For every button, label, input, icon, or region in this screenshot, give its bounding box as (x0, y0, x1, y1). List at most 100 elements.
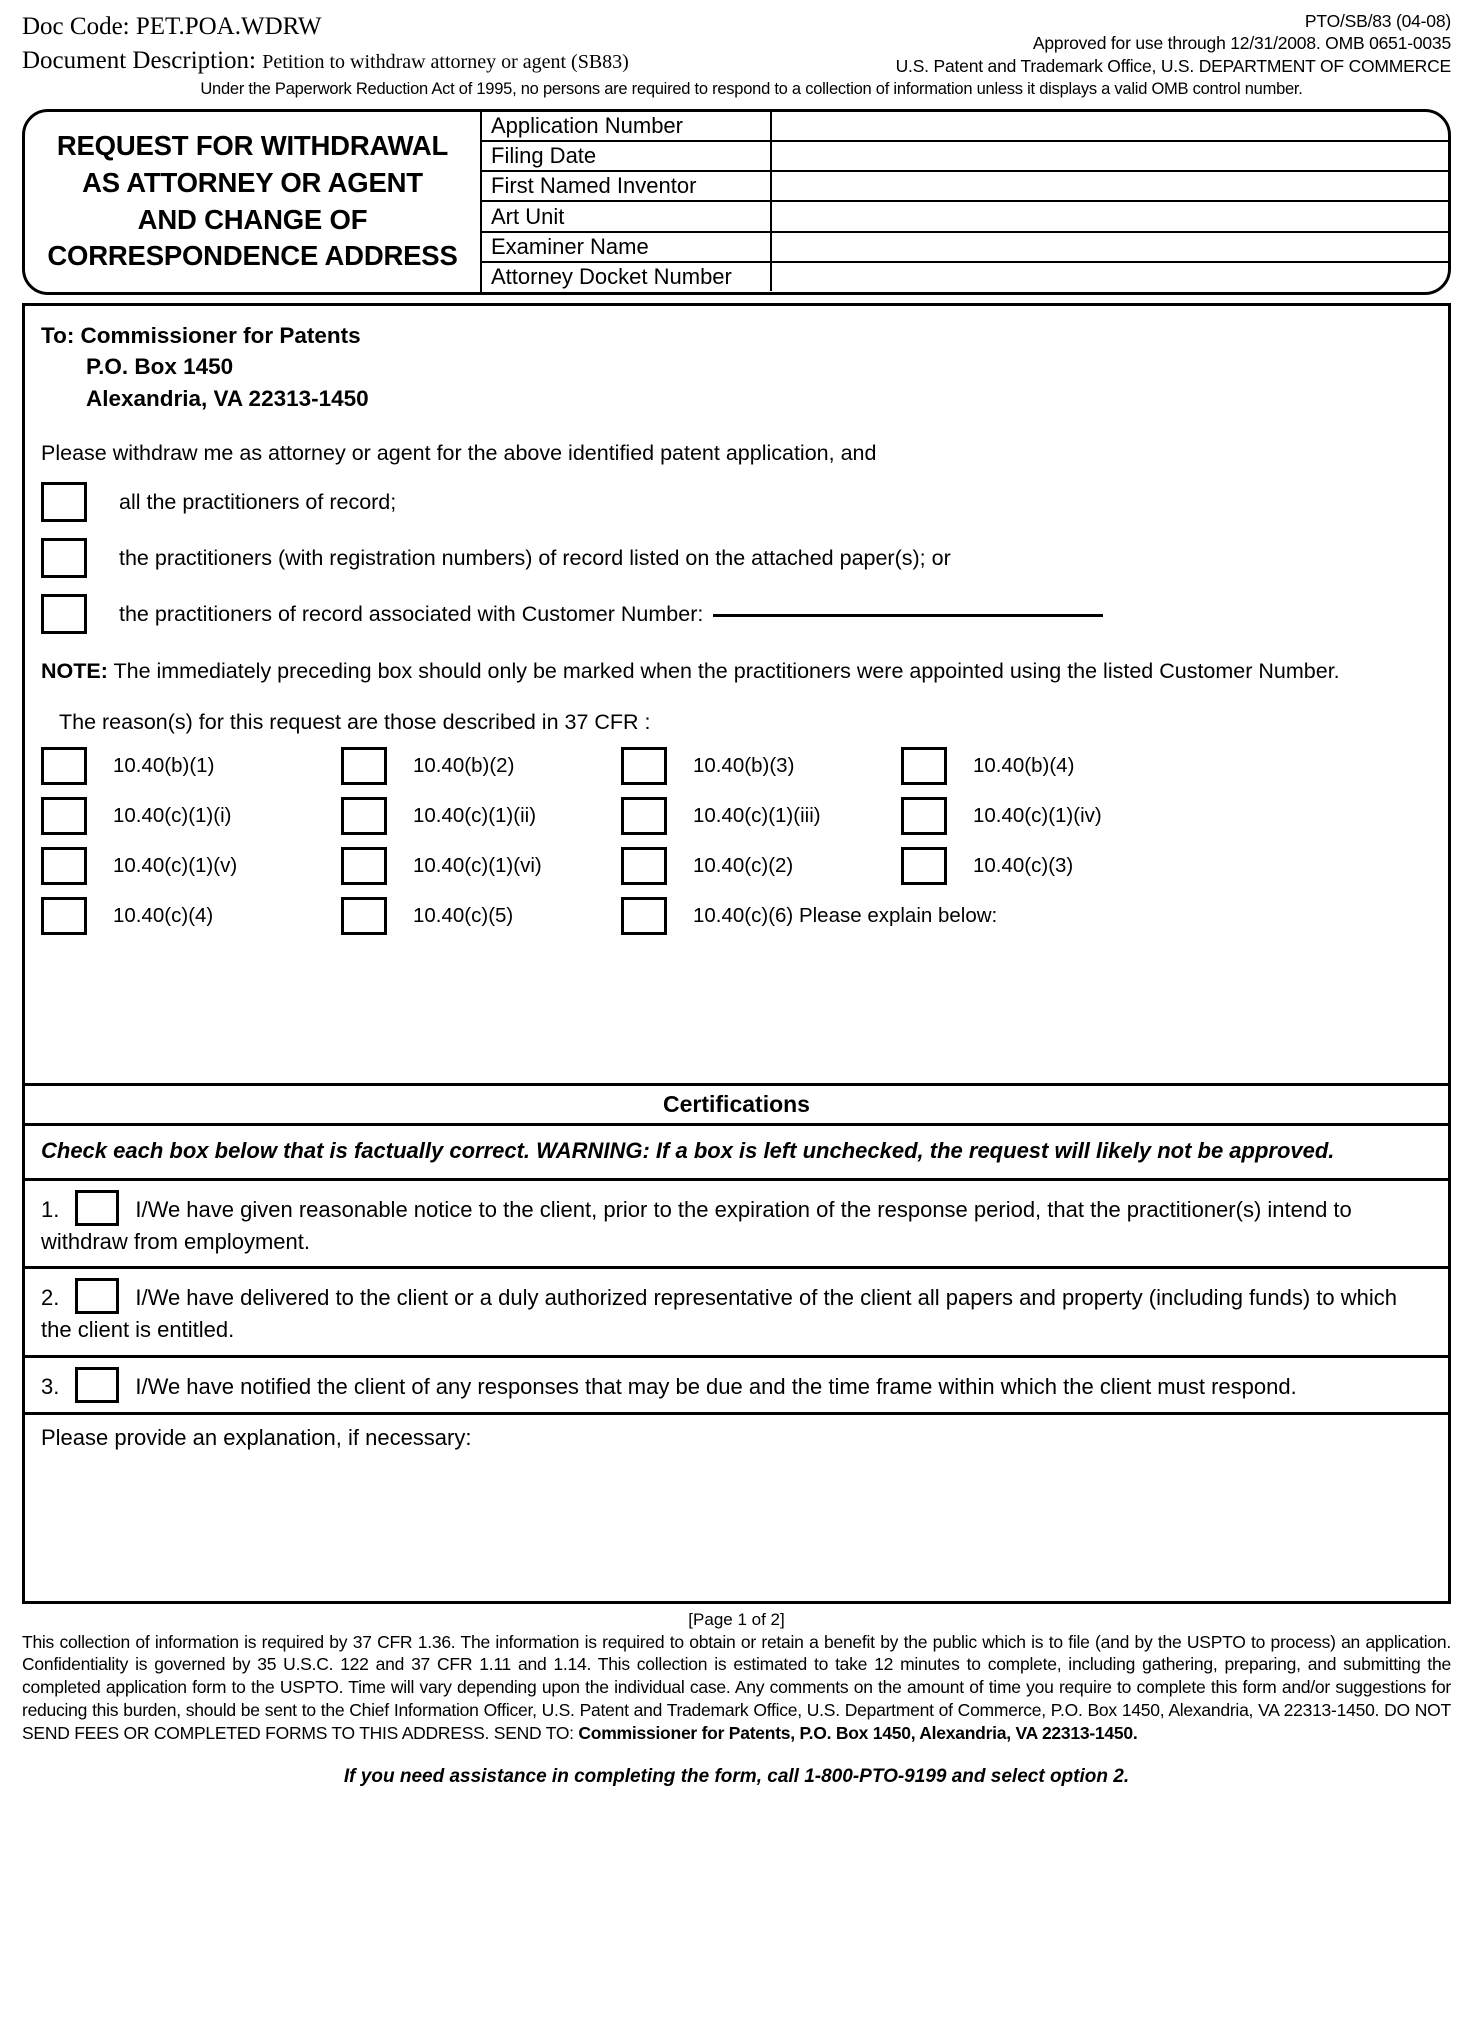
addressee-line-2: P.O. Box 1450 (86, 354, 234, 380)
checkbox-1040c5[interactable] (341, 897, 387, 936)
cfr-option-1040b4[interactable]: 10.40(b)(4) (901, 747, 1075, 786)
cfr-label-1040c1vi: 10.40(c)(1)(vi) (413, 854, 542, 878)
checkbox-1040c6[interactable] (621, 897, 667, 936)
cfr-option-1040c5[interactable]: 10.40(c)(5) (341, 897, 621, 936)
cfr-option-1040c4[interactable]: 10.40(c)(4) (41, 897, 341, 936)
certification-number-2: 2. (41, 1285, 60, 1311)
cfr-label-1040b4: 10.40(b)(4) (973, 754, 1075, 778)
cfr-option-1040c2[interactable]: 10.40(c)(2) (621, 847, 901, 886)
cfr-option-1040c1v[interactable]: 10.40(c)(1)(v) (41, 847, 341, 886)
customer-number-input[interactable] (713, 614, 1104, 618)
certification-text-2: I/We have delivered to the client or a d… (41, 1285, 1398, 1343)
cfr-option-1040c6[interactable]: 10.40(c)(6) Please explain below: (621, 897, 998, 936)
field-value-filing-date[interactable] (772, 142, 1448, 170)
option-customer-number[interactable]: the practitioners of record associated w… (41, 594, 1432, 635)
checkbox-customer-number[interactable] (41, 594, 87, 635)
certifications-heading: Certifications (25, 1083, 1448, 1127)
certification-number-1: 1. (41, 1197, 60, 1223)
cfr-label-1040c6: 10.40(c)(6) Please explain below: (693, 904, 998, 928)
page-number: [Page 1 of 2] (688, 1609, 785, 1629)
doc-code-block: Doc Code: PET.POA.WDRW Document Descript… (22, 10, 629, 78)
certification-item-3: 3. I/We have notified the client of any r… (25, 1358, 1448, 1415)
cfr-option-1040b2[interactable]: 10.40(b)(2) (341, 747, 621, 786)
field-label-examiner-name: Examiner Name (482, 232, 772, 262)
reason-explanation-space[interactable] (41, 947, 1432, 1075)
checkbox-1040b1[interactable] (41, 747, 87, 786)
cfr-option-1040c1vi[interactable]: 10.40(c)(1)(vi) (341, 847, 621, 886)
cfr-option-1040c3[interactable]: 10.40(c)(3) (901, 847, 1074, 886)
cfr-label-1040c3: 10.40(c)(3) (973, 854, 1074, 878)
doc-code-line: Doc Code: PET.POA.WDRW (22, 10, 629, 44)
footer-send-to-address: Commissioner for Patents, P.O. Box 1450,… (578, 1722, 1138, 1743)
certifications-warning: Check each box below that is factually c… (25, 1126, 1448, 1182)
cfr-option-1040b3[interactable]: 10.40(b)(3) (621, 747, 901, 786)
form-title: REQUEST FOR WITHDRAWAL AS ATTORNEY OR AG… (25, 112, 480, 292)
checkbox-1040c1vi[interactable] (341, 847, 387, 886)
cfr-label-1040c2: 10.40(c)(2) (693, 854, 794, 878)
checkbox-certification-2[interactable] (75, 1278, 120, 1315)
checkbox-1040c4[interactable] (41, 897, 87, 936)
checkbox-certification-3[interactable] (75, 1366, 120, 1403)
assistance-line: If you need assistance in completing the… (343, 1766, 1130, 1788)
note-body: The immediately preceding box should onl… (107, 659, 1340, 684)
option-listed-practitioners[interactable]: the practitioners (with registration num… (41, 538, 1432, 579)
option-customer-number-text: the practitioners of record associated w… (119, 602, 704, 627)
checkbox-1040c1i[interactable] (41, 797, 87, 836)
note-label: NOTE: (41, 659, 108, 684)
explanation-input-area[interactable] (25, 1461, 1448, 1601)
table-row: Attorney Docket Number (482, 263, 1448, 292)
checkbox-certification-1[interactable] (75, 1190, 120, 1227)
form-meta-block: PTO/SB/83 (04-08) Approved for use throu… (896, 10, 1452, 77)
checkbox-1040c1v[interactable] (41, 847, 87, 886)
form-title-line-3: AND CHANGE OF (137, 203, 368, 235)
cfr-reason-row: 10.40(c)(1)(i) 10.40(c)(1)(ii) 10.40(c)(… (41, 797, 1432, 836)
cfr-label-1040c1i: 10.40(c)(1)(i) (113, 804, 232, 828)
checkbox-1040c1iii[interactable] (621, 797, 667, 836)
field-value-first-named-inventor[interactable] (772, 172, 1448, 200)
cfr-label-1040c1iii: 10.40(c)(1)(iii) (693, 804, 821, 828)
checkbox-1040b3[interactable] (621, 747, 667, 786)
checkbox-all-practitioners[interactable] (41, 482, 87, 523)
title-block: REQUEST FOR WITHDRAWAL AS ATTORNEY OR AG… (22, 108, 1451, 295)
cfr-label-1040b3: 10.40(b)(3) (693, 754, 795, 778)
checkbox-1040c1ii[interactable] (341, 797, 387, 836)
checkbox-1040c3[interactable] (901, 847, 947, 886)
cfr-label-1040b2: 10.40(b)(2) (413, 754, 515, 778)
field-value-application-number[interactable] (772, 112, 1448, 140)
cfr-reason-grid: 10.40(b)(1) 10.40(b)(2) 10.40(b)(3) 10.4… (41, 747, 1432, 936)
cfr-option-1040c1i[interactable]: 10.40(c)(1)(i) (41, 797, 341, 836)
checkbox-1040b4[interactable] (901, 747, 947, 786)
request-section: To: Commissioner for Patents P.O. Box 14… (25, 306, 1448, 1084)
cfr-option-1040c1iv[interactable]: 10.40(c)(1)(iv) (901, 797, 1102, 836)
addressee-block: To: Commissioner for Patents P.O. Box 14… (41, 320, 1432, 416)
checkbox-1040b2[interactable] (341, 747, 387, 786)
certification-item-2: 2. I/We have delivered to the client or a… (25, 1269, 1448, 1358)
cfr-label-1040b1: 10.40(b)(1) (113, 754, 215, 778)
table-row: Filing Date (482, 141, 1448, 173)
cfr-reason-row: 10.40(b)(1) 10.40(b)(2) 10.40(b)(3) 10.4… (41, 747, 1432, 786)
paperwork-reduction-notice: Under the Paperwork Reduction Act of 199… (200, 79, 1303, 98)
cfr-label-1040c1iv: 10.40(c)(1)(iv) (973, 804, 1102, 828)
field-value-art-unit[interactable] (772, 202, 1448, 230)
certification-item-1: 1. I/We have given reasonable notice to t… (25, 1181, 1448, 1270)
field-label-application-number: Application Number (482, 111, 772, 140)
field-value-examiner-name[interactable] (772, 233, 1448, 261)
option-label-listed-practitioners: the practitioners (with registration num… (119, 546, 951, 571)
doc-description-label: Document Description: (22, 46, 256, 74)
cfr-option-1040b1[interactable]: 10.40(b)(1) (41, 747, 341, 786)
field-value-attorney-docket-number[interactable] (772, 263, 1448, 291)
option-all-practitioners[interactable]: all the practitioners of record; (41, 482, 1432, 523)
checkbox-listed-practitioners[interactable] (41, 538, 87, 579)
cfr-label-1040c1v: 10.40(c)(1)(v) (113, 854, 238, 878)
table-row: Examiner Name (482, 232, 1448, 264)
cfr-option-1040c1ii[interactable]: 10.40(c)(1)(ii) (341, 797, 621, 836)
form-title-line-1: REQUEST FOR WITHDRAWAL (56, 130, 449, 162)
cfr-label-1040c4: 10.40(c)(4) (113, 904, 214, 928)
addressee-line-3: Alexandria, VA 22313-1450 (86, 386, 369, 412)
field-label-first-named-inventor: First Named Inventor (482, 172, 772, 201)
checkbox-1040c2[interactable] (621, 847, 667, 886)
doc-code-label: Doc Code: (22, 13, 130, 40)
cfr-option-1040c1iii[interactable]: 10.40(c)(1)(iii) (621, 797, 901, 836)
explanation-label: Please provide an explanation, if necess… (41, 1424, 472, 1450)
checkbox-1040c1iv[interactable] (901, 797, 947, 836)
